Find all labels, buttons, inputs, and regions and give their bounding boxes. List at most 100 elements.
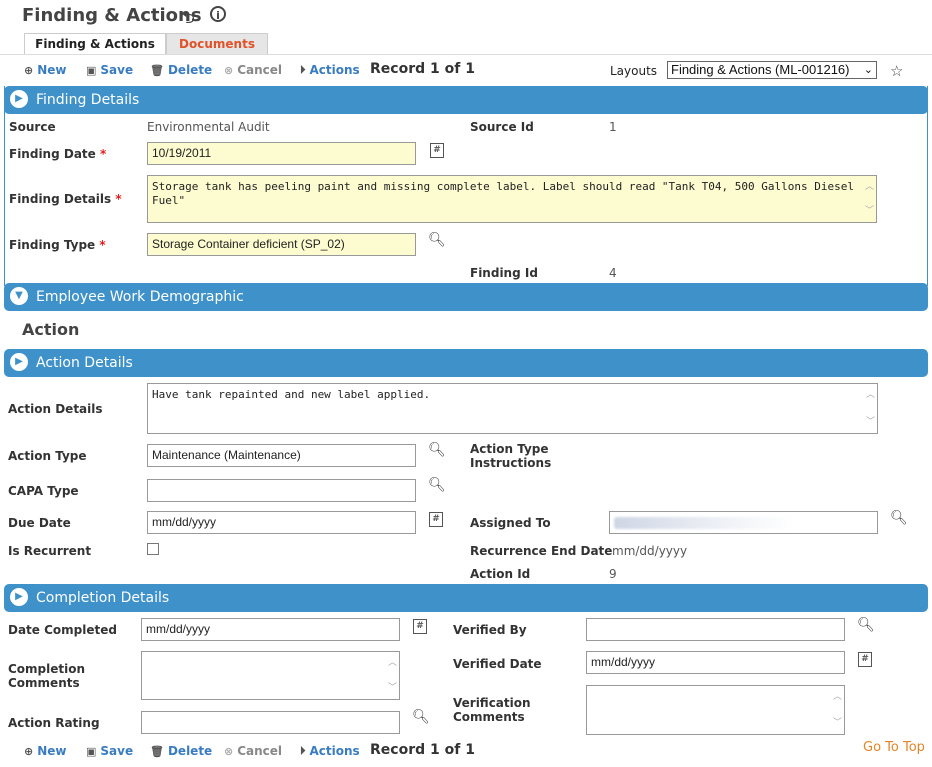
save-icon: ▣ [86, 63, 97, 77]
pin-icon[interactable]: ☆ [890, 62, 903, 80]
tab-divider [0, 54, 932, 55]
cancel-icon: ⊗ [224, 63, 234, 77]
cancel-button[interactable]: ⊗ Cancel [224, 63, 282, 77]
cancel-icon: ⊗ [224, 744, 234, 758]
go-to-top-link[interactable]: Go To Top [863, 740, 925, 755]
layouts-label: Layouts [610, 64, 658, 78]
recurrence-end-label: Recurrence End Date [470, 544, 613, 558]
search-icon[interactable]: 🔍︎ [428, 442, 446, 458]
verification-comments-label: Verification Comments [453, 696, 531, 724]
record-counter: Record 1 of 1 [370, 61, 475, 77]
delete-button[interactable]: 🗑 Delete [150, 63, 212, 77]
finding-details-text: Storage tank has peeling paint and missi… [152, 180, 854, 207]
layouts-select-value: Finding & Actions (ML-001216) [671, 62, 850, 77]
finding-details-label: Finding Details * [9, 192, 122, 206]
source-label: Source [9, 120, 56, 134]
scroll-up-icon[interactable]: ︿ [833, 690, 842, 704]
date-completed-label: Date Completed [8, 623, 117, 637]
play-icon: ⏵ [300, 744, 306, 757]
page-title: Finding & Actions [22, 5, 202, 26]
completion-details-header[interactable]: ▶ Completion Details [4, 584, 928, 612]
search-icon[interactable]: 🔍︎ [857, 617, 875, 633]
finding-date-input[interactable]: 10/19/2011 [147, 142, 416, 165]
save-button[interactable]: ▣ Save [86, 63, 133, 77]
calendar-icon[interactable]: # [858, 652, 872, 667]
finding-date-label-text: Finding Date [9, 147, 96, 161]
action-details-header[interactable]: ▶ Action Details [4, 349, 928, 377]
record-counter-bottom: Record 1 of 1 [370, 742, 475, 758]
completion-comments-textarea[interactable]: ︿ ﹀ [141, 651, 400, 700]
verified-by-input[interactable] [586, 618, 845, 641]
cancel-button-bottom[interactable]: ⊗ Cancel [224, 744, 282, 758]
expand-icon: ▶ [10, 353, 28, 371]
verification-comments-line2: Comments [453, 710, 525, 724]
capa-type-label: CAPA Type [8, 484, 79, 498]
new-label: New [37, 63, 67, 77]
source-id-label: Source Id [470, 120, 534, 134]
actions-button[interactable]: ⏵ Actions [300, 63, 360, 77]
scroll-down-icon[interactable]: ﹀ [833, 716, 842, 730]
action-heading: Action [22, 320, 80, 339]
calendar-icon[interactable]: # [430, 143, 444, 158]
employee-section-header[interactable]: ▼ Employee Work Demographic [4, 283, 928, 311]
finding-id-label: Finding Id [470, 266, 538, 280]
finding-details-label-text: Finding Details [9, 192, 112, 206]
finding-date-label: Finding Date * [9, 147, 106, 161]
search-icon[interactable]: 🔍︎ [428, 232, 446, 248]
expand-icon: ▶ [10, 90, 28, 108]
is-recurrent-checkbox[interactable] [147, 543, 159, 555]
scroll-down-icon[interactable]: ﹀ [388, 681, 397, 695]
action-type-label: Action Type [8, 449, 87, 463]
tab-documents[interactable]: Documents [166, 33, 268, 55]
finding-type-input[interactable]: Storage Container deficient (SP_02) [147, 233, 416, 256]
new-label: New [37, 744, 67, 758]
save-button-bottom[interactable]: ▣ Save [86, 744, 133, 758]
assigned-to-redacted [614, 517, 794, 529]
scroll-down-icon[interactable]: ﹀ [865, 204, 874, 218]
verification-comments-line1: Verification [453, 696, 531, 710]
due-date-label: Due Date [8, 516, 71, 530]
new-button[interactable]: ⊕ New [24, 63, 67, 77]
calendar-icon[interactable]: # [429, 512, 443, 527]
search-icon[interactable]: 🔍︎ [428, 477, 446, 493]
delete-label: Delete [167, 744, 213, 758]
chevron-down-icon: ⌄ [863, 64, 873, 76]
calendar-icon[interactable]: # [413, 619, 427, 634]
plus-icon: ⊕ [24, 744, 34, 758]
employee-section-title: Employee Work Demographic [36, 289, 244, 305]
recurrence-end-value: mm/dd/yyyy [612, 544, 688, 558]
finding-details-header[interactable]: ▶ Finding Details [4, 86, 928, 114]
scroll-up-icon[interactable]: ︿ [865, 180, 874, 194]
verified-date-input[interactable]: mm/dd/yyyy [586, 651, 845, 674]
action-type-input[interactable]: Maintenance (Maintenance) [147, 444, 416, 467]
cancel-label: Cancel [237, 63, 283, 77]
plus-icon: ⊕ [24, 63, 34, 77]
action-details-textarea[interactable]: Have tank repainted and new label applie… [147, 383, 878, 434]
trash-icon: 🗑 [150, 63, 164, 77]
scroll-down-icon[interactable]: ﹀ [866, 415, 875, 429]
scroll-up-icon[interactable]: ︿ [388, 656, 397, 670]
scroll-up-icon[interactable]: ︿ [866, 388, 875, 402]
search-icon[interactable]: 🔍︎ [412, 709, 430, 725]
finding-details-textarea[interactable]: Storage tank has peeling paint and missi… [147, 175, 877, 223]
required-marker: * [115, 192, 122, 206]
capa-type-input[interactable] [147, 479, 416, 502]
undo-icon[interactable]: ⮌ [182, 7, 195, 34]
due-date-input[interactable]: mm/dd/yyyy [147, 511, 416, 534]
assigned-to-input[interactable] [609, 511, 878, 534]
date-completed-input[interactable]: mm/dd/yyyy [141, 618, 400, 641]
layouts-select[interactable]: Finding & Actions (ML-001216) ⌄ [667, 61, 877, 79]
new-button-bottom[interactable]: ⊕ New [24, 744, 67, 758]
completion-details-title: Completion Details [36, 590, 170, 606]
verification-comments-textarea[interactable]: ︿ ﹀ [586, 685, 845, 735]
actions-button-bottom[interactable]: ⏵ Actions [300, 744, 360, 758]
delete-button-bottom[interactable]: 🗑 Delete [150, 744, 212, 758]
search-icon[interactable]: 🔍︎ [890, 510, 908, 526]
verified-by-label: Verified By [453, 623, 527, 637]
action-rating-input[interactable] [141, 711, 400, 734]
tab-finding-actions[interactable]: Finding & Actions [24, 33, 166, 55]
required-marker: * [99, 238, 106, 252]
save-icon: ▣ [86, 744, 97, 758]
info-icon[interactable]: i [210, 6, 226, 22]
save-label: Save [100, 63, 134, 77]
